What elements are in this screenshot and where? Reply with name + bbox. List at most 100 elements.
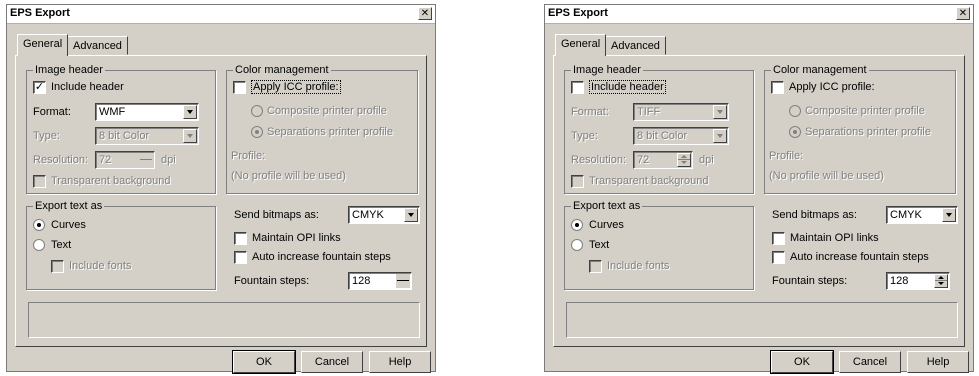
color-management-legend: Color management: [771, 64, 869, 76]
auto-increase-checkbox[interactable]: [772, 251, 785, 264]
fountain-steps-input[interactable]: 128: [348, 272, 412, 290]
resolution-slider-icon: [139, 153, 153, 167]
composite-profile-radio[interactable]: [789, 105, 801, 117]
include-header-checkbox[interactable]: ✓: [33, 81, 46, 94]
close-icon: ✕: [420, 8, 430, 19]
chevron-down-icon: [713, 129, 727, 143]
maintain-opi-checkbox[interactable]: [234, 232, 247, 245]
type-select[interactable]: 8 bit Color: [633, 127, 729, 145]
tab-advanced[interactable]: Advanced: [67, 36, 128, 55]
auto-increase-label: Auto increase fountain steps: [252, 251, 391, 263]
auto-increase-label: Auto increase fountain steps: [790, 251, 929, 263]
send-bitmaps-label: Send bitmaps as:: [772, 209, 857, 221]
maintain-opi-label: Maintain OPI links: [252, 232, 341, 244]
curves-label: Curves: [51, 219, 86, 231]
ok-button[interactable]: OK: [770, 350, 834, 374]
include-fonts-label: Include fonts: [607, 260, 670, 272]
image-header-group: Image header Include header Format: TIFF…: [564, 64, 754, 194]
general-tab-panel: Image header ✓ Include header Format: WM…: [15, 55, 427, 347]
curves-label: Curves: [589, 219, 624, 231]
include-fonts-label: Include fonts: [69, 260, 132, 272]
export-text-legend: Export text as: [33, 200, 105, 212]
eps-export-dialog-1: EPS Export ✕ General Advanced Image head…: [6, 4, 436, 374]
tab-general[interactable]: General: [555, 34, 607, 56]
resolution-label: Resolution:: [571, 154, 627, 166]
apply-icc-checkbox[interactable]: [771, 81, 784, 94]
resolution-value: 72: [99, 154, 112, 166]
chevron-down-icon: [404, 208, 418, 222]
profile-label: Profile:: [231, 150, 266, 162]
ok-button[interactable]: OK: [232, 350, 296, 374]
transparent-background-label: Transparent background: [589, 175, 709, 187]
fountain-steps-input[interactable]: 128: [886, 272, 950, 290]
cancel-button[interactable]: Cancel: [301, 351, 363, 373]
type-label: Type:: [571, 130, 598, 142]
title-bar: EPS Export ✕: [7, 5, 435, 24]
chevron-down-icon: [942, 208, 956, 222]
composite-profile-label: Composite printer profile: [805, 105, 925, 117]
auto-increase-checkbox[interactable]: [234, 251, 247, 264]
resolution-value: 72: [637, 154, 650, 166]
resolution-input[interactable]: 72: [633, 151, 693, 169]
format-label: Format:: [33, 106, 71, 118]
separations-profile-radio[interactable]: [789, 126, 801, 138]
include-fonts-checkbox[interactable]: [51, 260, 64, 273]
format-value: TIFF: [637, 106, 661, 118]
chevron-down-icon: [183, 105, 197, 119]
type-select[interactable]: 8 bit Color: [95, 127, 199, 145]
send-bitmaps-value: CMYK: [352, 209, 384, 221]
transparent-background-checkbox[interactable]: [571, 175, 584, 188]
resolution-input[interactable]: 72: [95, 151, 155, 169]
text-radio[interactable]: [571, 239, 583, 251]
color-management-group: Color management Apply ICC profile: Comp…: [226, 64, 418, 194]
composite-profile-radio[interactable]: [251, 105, 263, 117]
text-label: Text: [51, 239, 72, 251]
spin-arrows-icon: [677, 153, 691, 167]
image-header-legend: Image header: [571, 64, 643, 76]
include-fonts-checkbox[interactable]: [589, 260, 602, 273]
send-bitmaps-select[interactable]: CMYK: [348, 206, 420, 224]
maintain-opi-checkbox[interactable]: [772, 232, 785, 245]
spin-arrows-icon[interactable]: [934, 274, 948, 288]
resolution-label: Resolution:: [33, 154, 89, 166]
transparent-background-checkbox[interactable]: [33, 175, 46, 188]
fountain-steps-value: 128: [352, 275, 371, 287]
apply-icc-label: Apply ICC profile:: [789, 81, 875, 93]
send-bitmaps-value: CMYK: [890, 209, 922, 221]
send-bitmaps-select[interactable]: CMYK: [886, 206, 958, 224]
text-label: Text: [589, 239, 610, 251]
separations-profile-radio[interactable]: [251, 126, 263, 138]
general-tab-panel: Image header Include header Format: TIFF…: [553, 55, 965, 347]
format-select[interactable]: TIFF: [633, 103, 729, 121]
text-radio[interactable]: [33, 239, 45, 251]
fountain-steps-value: 128: [890, 275, 909, 287]
format-select[interactable]: WMF: [95, 103, 199, 121]
resolution-unit: dpi: [699, 154, 714, 166]
cancel-button[interactable]: Cancel: [839, 351, 901, 373]
curves-radio[interactable]: [33, 219, 45, 231]
tab-general[interactable]: General: [17, 34, 69, 56]
apply-icc-label: Apply ICC profile:: [251, 80, 341, 94]
composite-profile-label: Composite printer profile: [267, 105, 387, 117]
separations-profile-label: Separations printer profile: [267, 126, 393, 138]
help-button[interactable]: Help: [907, 351, 969, 373]
chevron-down-icon: [183, 129, 197, 143]
color-management-group: Color management Apply ICC profile: Comp…: [764, 64, 956, 194]
color-management-legend: Color management: [233, 64, 331, 76]
separations-profile-label: Separations printer profile: [805, 126, 931, 138]
tab-advanced[interactable]: Advanced: [605, 36, 666, 55]
eps-export-dialog-2: EPS Export ✕ General Advanced Image head…: [544, 4, 974, 374]
curves-radio[interactable]: [571, 219, 583, 231]
help-button[interactable]: Help: [369, 351, 431, 373]
dialog-title: EPS Export: [10, 7, 70, 19]
title-bar: EPS Export ✕: [545, 5, 973, 24]
chevron-down-icon: [713, 105, 727, 119]
include-header-label: Include header: [589, 80, 666, 94]
type-value: 8 bit Color: [637, 130, 688, 142]
close-button[interactable]: ✕: [418, 7, 432, 20]
apply-icc-checkbox[interactable]: [233, 81, 246, 94]
format-label: Format:: [571, 106, 609, 118]
close-button[interactable]: ✕: [956, 7, 970, 20]
include-header-checkbox[interactable]: [571, 81, 584, 94]
fountain-steps-slider-icon: [396, 274, 410, 288]
